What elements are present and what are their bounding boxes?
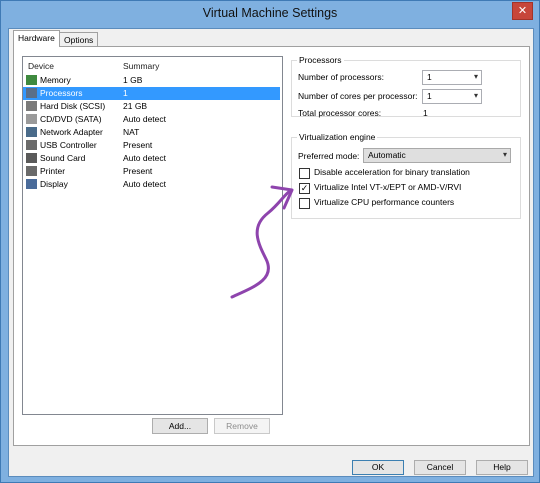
ok-button[interactable]: OK (352, 460, 404, 475)
help-button[interactable]: Help (476, 460, 528, 475)
tab-options[interactable]: Options (59, 32, 99, 47)
annotation-arrow (230, 185, 294, 299)
close-button[interactable]: ✕ (512, 2, 533, 20)
close-icon: ✕ (517, 5, 528, 17)
cancel-button[interactable]: Cancel (414, 460, 466, 475)
dialog-client: Hardware Options Device Summary Memory 1 … (8, 28, 534, 477)
hardware-panel: Device Summary Memory 1 GB Processors 1 Hard… (13, 46, 530, 446)
tab-hardware[interactable]: Hardware (13, 30, 60, 47)
vm-settings-window: Virtual Machine Settings ✕ Hardware Opti… (0, 0, 540, 483)
window-title: Virtual Machine Settings (202, 6, 338, 20)
title-bar[interactable]: Virtual Machine Settings ✕ (1, 1, 539, 27)
